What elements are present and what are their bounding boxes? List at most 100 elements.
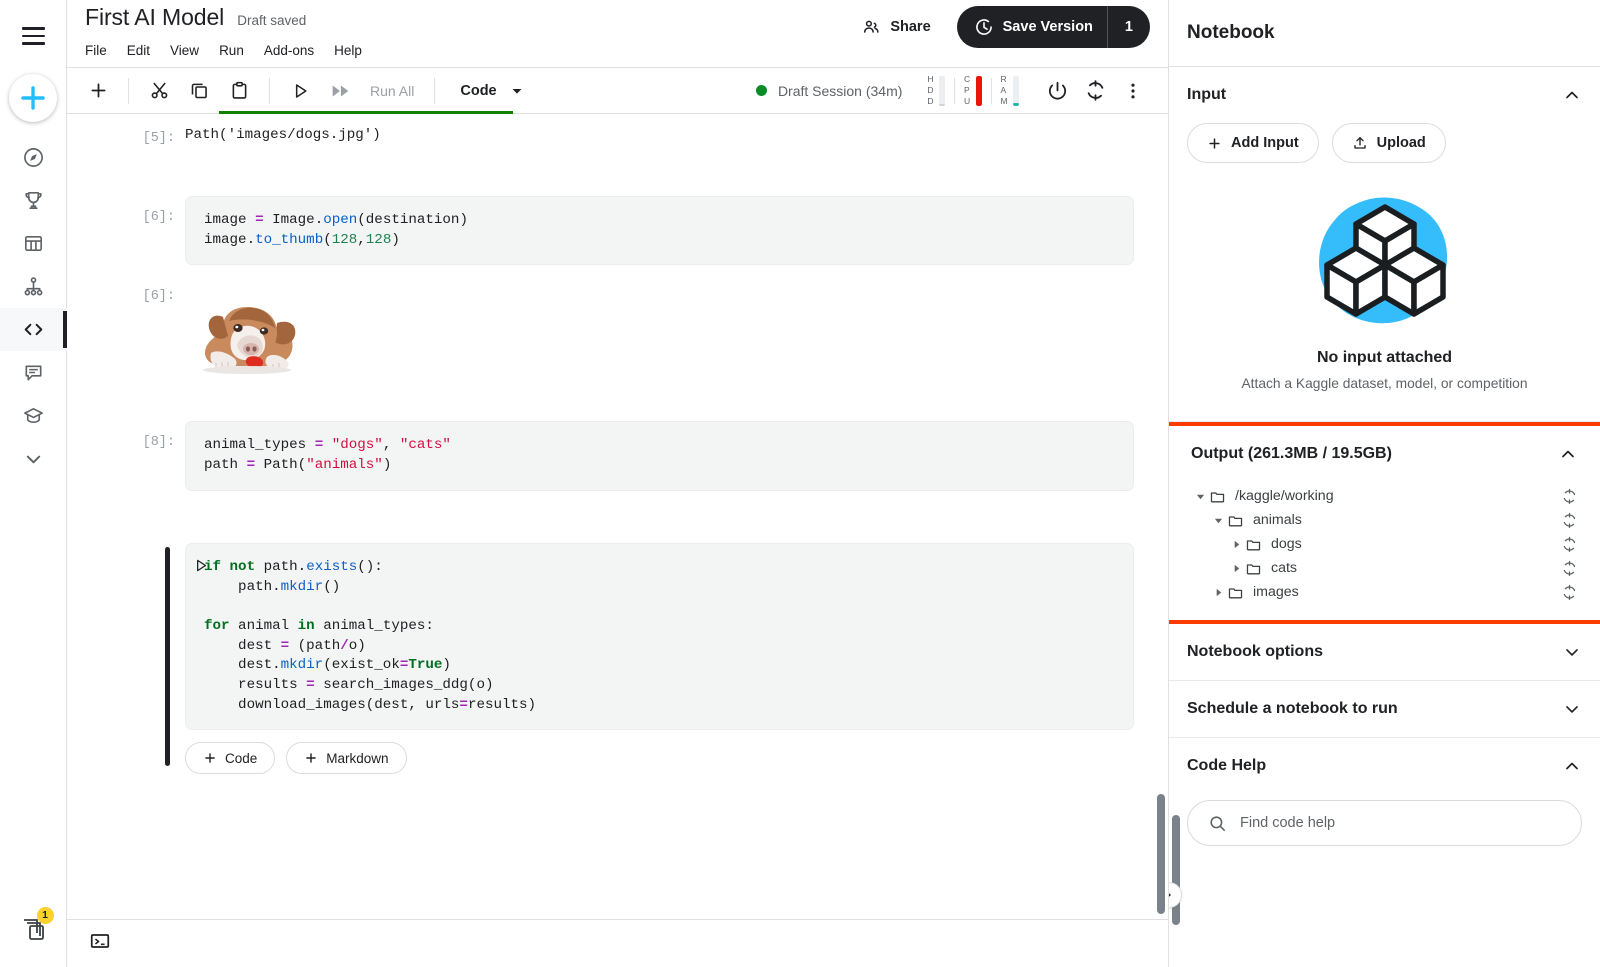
share-button[interactable]: Share [849,9,942,45]
sidebar-item-models[interactable] [0,265,67,308]
console-button[interactable] [89,930,111,957]
kaggle-notebook-app: 1 First AI Model Draft saved File Edit V… [0,0,1600,967]
notebook-cell[interactable]: [5]: Path('images/dogs.jpg') [67,114,1168,146]
cell-source[interactable]: animal_types = "dogs", "cats" path = Pat… [185,421,1134,490]
tree-row[interactable]: dogs [1191,532,1578,556]
tree-row[interactable]: cats [1191,556,1578,580]
right-panel-scrollbar[interactable] [1172,0,1180,967]
code-help-header[interactable]: Code Help [1187,738,1582,794]
add-markdown-cell-button[interactable]: Markdown [286,742,406,774]
menu-edit[interactable]: Edit [119,40,158,61]
sidebar-item-more[interactable] [0,437,67,480]
menu-run[interactable]: Run [211,40,252,61]
active-events-button[interactable]: 1 [17,911,51,945]
sidebar-item-datasets[interactable] [0,222,67,265]
notebook-options-header[interactable]: Notebook options [1187,624,1582,680]
code-editor[interactable]: if not path.exists(): path.mkdir() for a… [185,543,1134,731]
notebook-scrollbar-thumb[interactable] [1157,794,1165,914]
gauge-cpu[interactable]: CPU [955,74,991,107]
add-cell-button[interactable] [79,72,117,110]
upload-button[interactable]: Upload [1332,123,1446,163]
cell-prompt: [6]: [67,287,185,377]
page-title[interactable]: First AI Model [85,4,224,31]
add-input-button[interactable]: Add Input [1187,123,1319,163]
gauge-ram-bar [1013,76,1019,106]
add-input-label: Add Input [1231,135,1299,151]
gauge-hdd[interactable]: HDD [918,74,954,107]
play-icon [290,81,310,101]
sidebar-item-home[interactable] [0,136,67,179]
schedule-title: Schedule a notebook to run [1187,700,1398,718]
refresh-icon[interactable] [1561,536,1578,553]
sidebar-item-discussions[interactable] [0,351,67,394]
cut-button[interactable] [140,72,178,110]
notebook-cell[interactable]: [6]: [67,265,1168,377]
notebook-scroll-area[interactable]: [5]: Path('images/dogs.jpg') [6]: image … [67,114,1168,919]
input-section-title: Input [1187,86,1226,104]
cubes-icon [1310,191,1460,333]
output-image-puppy [185,287,303,377]
tree-row[interactable]: animals [1191,508,1578,532]
chevron-down-icon[interactable] [1562,699,1582,719]
restart-button[interactable] [1076,72,1114,110]
right-panel-scrollbar-thumb[interactable] [1172,815,1180,925]
refresh-icon[interactable] [1561,512,1578,529]
menu-help[interactable]: Help [326,40,370,61]
menu-icon[interactable] [13,16,53,56]
sidebar-item-competitions[interactable] [0,179,67,222]
cell-type-dropdown[interactable]: Code [450,77,532,105]
tree-row[interactable]: /kaggle/working [1191,484,1578,508]
code-editor[interactable]: image = Image.open(destination) image.to… [185,196,1134,265]
run-all-icon-button[interactable] [321,72,359,110]
power-button[interactable] [1038,72,1076,110]
chevron-up-icon[interactable] [1562,85,1582,105]
chevron-up-icon[interactable] [1558,444,1578,464]
notebook-cell-active[interactable]: if not path.exists(): path.mkdir() for a… [67,491,1168,775]
run-all-button[interactable]: Run All [361,77,423,105]
play-icon [192,557,209,574]
clipboard-icon [229,80,250,101]
copy-button[interactable] [180,72,218,110]
caret-right-icon[interactable] [1227,564,1245,573]
menu-view[interactable]: View [162,40,207,61]
version-count[interactable]: 1 [1108,19,1150,35]
run-cell-button[interactable] [281,72,319,110]
notebook-cell[interactable]: [8]: animal_types = "dogs", "cats" path … [67,377,1168,490]
session-status[interactable]: Draft Session (34m) [756,83,902,99]
tree-row[interactable]: images [1191,580,1578,604]
caret-right-icon[interactable] [1227,540,1245,549]
plus-icon [88,80,109,101]
menu-addons[interactable]: Add-ons [256,40,322,61]
caret-down-icon[interactable] [1209,516,1227,525]
run-cell-button[interactable] [187,553,213,579]
add-code-cell-button[interactable]: Code [185,742,275,774]
gauge-ram[interactable]: RAM [992,74,1028,107]
refresh-icon[interactable] [1561,560,1578,577]
refresh-icon[interactable] [1561,584,1578,601]
input-section-header[interactable]: Input [1187,67,1582,123]
code-help-search[interactable]: Find code help [1187,800,1582,846]
left-nav-rail: 1 [0,0,67,967]
chevron-down-icon[interactable] [1562,642,1582,662]
cell-source[interactable]: image = Image.open(destination) image.to… [185,196,1134,265]
schedule-header[interactable]: Schedule a notebook to run [1187,681,1582,737]
sidebar-item-code[interactable] [0,308,67,351]
code-editor[interactable]: animal_types = "dogs", "cats" path = Pat… [185,421,1134,490]
output-text: Path('images/dogs.jpg') [185,122,1134,146]
caret-right-icon[interactable] [1209,588,1227,597]
search-icon [1208,814,1227,833]
menu-file[interactable]: File [77,40,115,61]
save-version-main[interactable]: Save Version [957,17,1107,37]
sidebar-item-learn[interactable] [0,394,67,437]
chevron-up-icon[interactable] [1562,756,1582,776]
cell-source[interactable]: if not path.exists(): path.mkdir() for a… [185,543,1134,775]
toolbar-divider [128,78,129,104]
paste-button[interactable] [220,72,258,110]
caret-down-icon[interactable] [1191,492,1209,501]
create-button[interactable] [9,74,57,122]
output-section-header[interactable]: Output (261.3MB / 19.5GB) [1191,426,1578,482]
refresh-icon[interactable] [1561,488,1578,505]
more-options-button[interactable] [1114,72,1152,110]
save-version-button[interactable]: Save Version 1 [957,6,1150,48]
notebook-cell[interactable]: [6]: image = Image.open(destination) ima… [67,146,1168,265]
